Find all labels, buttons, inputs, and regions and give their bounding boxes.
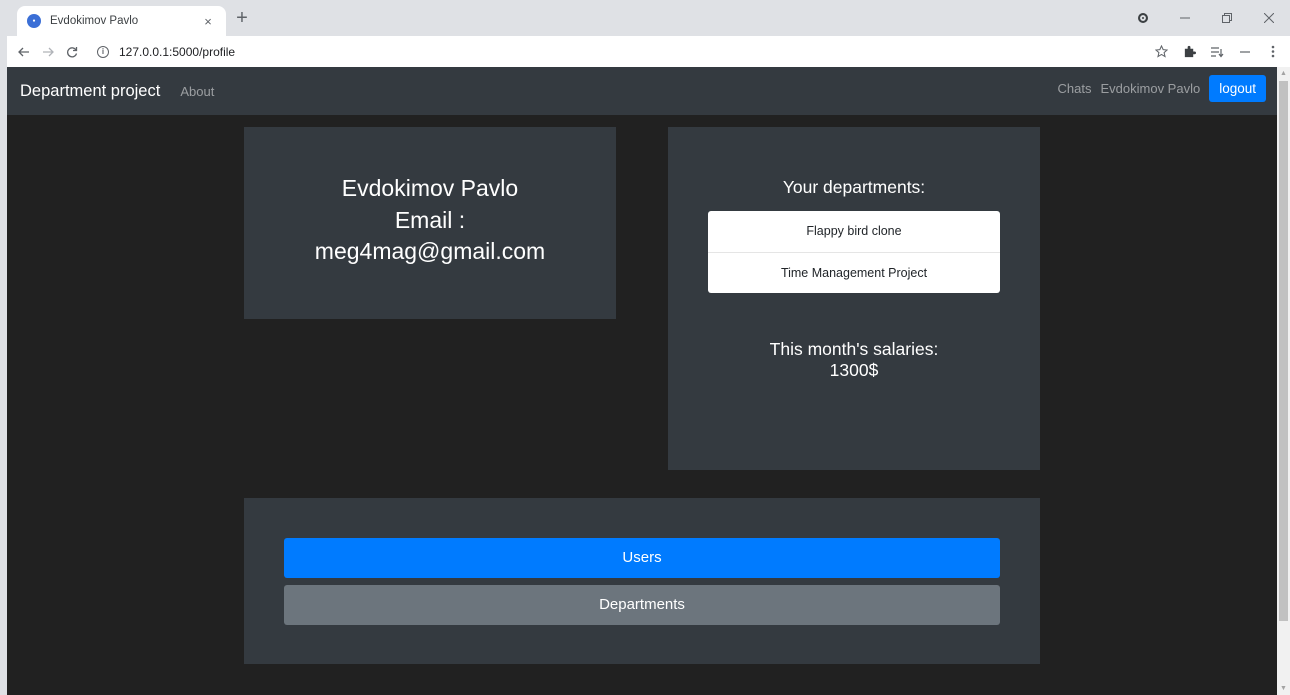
department-item[interactable]: Flappy bird clone bbox=[708, 211, 1000, 252]
navbar-brand[interactable]: Department project bbox=[20, 82, 160, 101]
scroll-down-icon[interactable]: ▼ bbox=[1277, 682, 1290, 695]
browser-window: ● Evdokimov Pavlo × + i 127.0.0.1:5000/p… bbox=[0, 0, 1290, 695]
close-window-button[interactable] bbox=[1248, 0, 1290, 36]
logout-button[interactable]: logout bbox=[1209, 75, 1266, 102]
address-bar[interactable]: i 127.0.0.1:5000/profile bbox=[97, 39, 1152, 64]
profile-email-label: Email : bbox=[394, 207, 466, 233]
reload-button[interactable] bbox=[61, 41, 83, 63]
tab-title: Evdokimov Pavlo bbox=[50, 15, 139, 27]
department-item[interactable]: Time Management Project bbox=[708, 252, 1000, 293]
reading-list-button[interactable] bbox=[1204, 39, 1230, 65]
favicon-icon: ● bbox=[27, 14, 41, 28]
reload-icon bbox=[67, 46, 78, 57]
salary-summary: This month's salaries: 1300$ bbox=[668, 339, 1040, 381]
forward-button[interactable] bbox=[37, 41, 59, 63]
window-controls bbox=[1122, 0, 1290, 36]
nav-chats-link[interactable]: Chats bbox=[1058, 81, 1092, 96]
extensions-button[interactable] bbox=[1176, 39, 1202, 65]
dash-icon bbox=[1240, 50, 1250, 53]
profile-name: Evdokimov Pavlo bbox=[341, 175, 519, 201]
departments-title: Your departments: bbox=[782, 177, 926, 197]
departments-button[interactable]: Departments bbox=[284, 585, 1000, 625]
minimize-button[interactable] bbox=[1164, 0, 1206, 36]
profile-email: meg4mag@gmail.com bbox=[314, 238, 546, 264]
media-control-button[interactable] bbox=[1122, 0, 1164, 36]
reading-list-icon bbox=[1211, 46, 1224, 57]
salary-label: This month's salaries: bbox=[769, 339, 939, 359]
salary-value: 1300$ bbox=[829, 360, 879, 380]
minimize-toolbar-button[interactable] bbox=[1232, 39, 1258, 65]
scroll-thumb[interactable] bbox=[1279, 81, 1288, 621]
minimize-icon bbox=[1180, 17, 1190, 19]
back-button[interactable] bbox=[13, 41, 35, 63]
menu-icon bbox=[1271, 45, 1275, 58]
new-tab-button[interactable]: + bbox=[231, 8, 253, 30]
nav-user-link[interactable]: Evdokimov Pavlo bbox=[1100, 81, 1200, 96]
extensions-icon bbox=[1184, 45, 1196, 58]
actions-card: Users Departments bbox=[244, 498, 1040, 664]
forward-icon bbox=[43, 47, 54, 56]
star-icon bbox=[1154, 45, 1168, 58]
info-icon[interactable]: i bbox=[97, 45, 109, 58]
page-viewport: Department project About Chats Evdokimov… bbox=[7, 67, 1277, 695]
departments-card: Your departments: Flappy bird clone Time… bbox=[668, 127, 1040, 470]
browser-tab[interactable]: ● Evdokimov Pavlo × bbox=[17, 6, 226, 36]
page-scrollbar[interactable]: ▲ ▼ bbox=[1277, 67, 1290, 695]
profile-card: Evdokimov Pavlo Email : meg4mag@gmail.co… bbox=[244, 127, 616, 319]
window-edge bbox=[0, 0, 7, 695]
bookmark-star-button[interactable] bbox=[1148, 39, 1174, 65]
navbar-right: Chats Evdokimov Pavlo logout bbox=[1058, 75, 1266, 102]
restore-icon bbox=[1222, 13, 1232, 23]
url-text[interactable]: 127.0.0.1:5000/profile bbox=[119, 45, 235, 59]
department-list: Flappy bird clone Time Management Projec… bbox=[708, 211, 1000, 293]
media-icon bbox=[1138, 13, 1148, 23]
scroll-up-icon[interactable]: ▲ bbox=[1277, 67, 1290, 80]
tab-strip: ● Evdokimov Pavlo × + bbox=[7, 0, 1290, 36]
site-navbar: Department project About Chats Evdokimov… bbox=[7, 67, 1277, 115]
nav-about-link[interactable]: About bbox=[180, 84, 214, 99]
close-icon bbox=[1264, 13, 1274, 23]
tab-close-icon[interactable]: × bbox=[200, 14, 216, 29]
browser-toolbar: i 127.0.0.1:5000/profile bbox=[7, 36, 1290, 67]
restore-button[interactable] bbox=[1206, 0, 1248, 36]
back-icon bbox=[18, 47, 29, 56]
users-button[interactable]: Users bbox=[284, 538, 1000, 578]
browser-menu-button[interactable] bbox=[1260, 39, 1286, 65]
toolbar-actions bbox=[1148, 36, 1286, 67]
